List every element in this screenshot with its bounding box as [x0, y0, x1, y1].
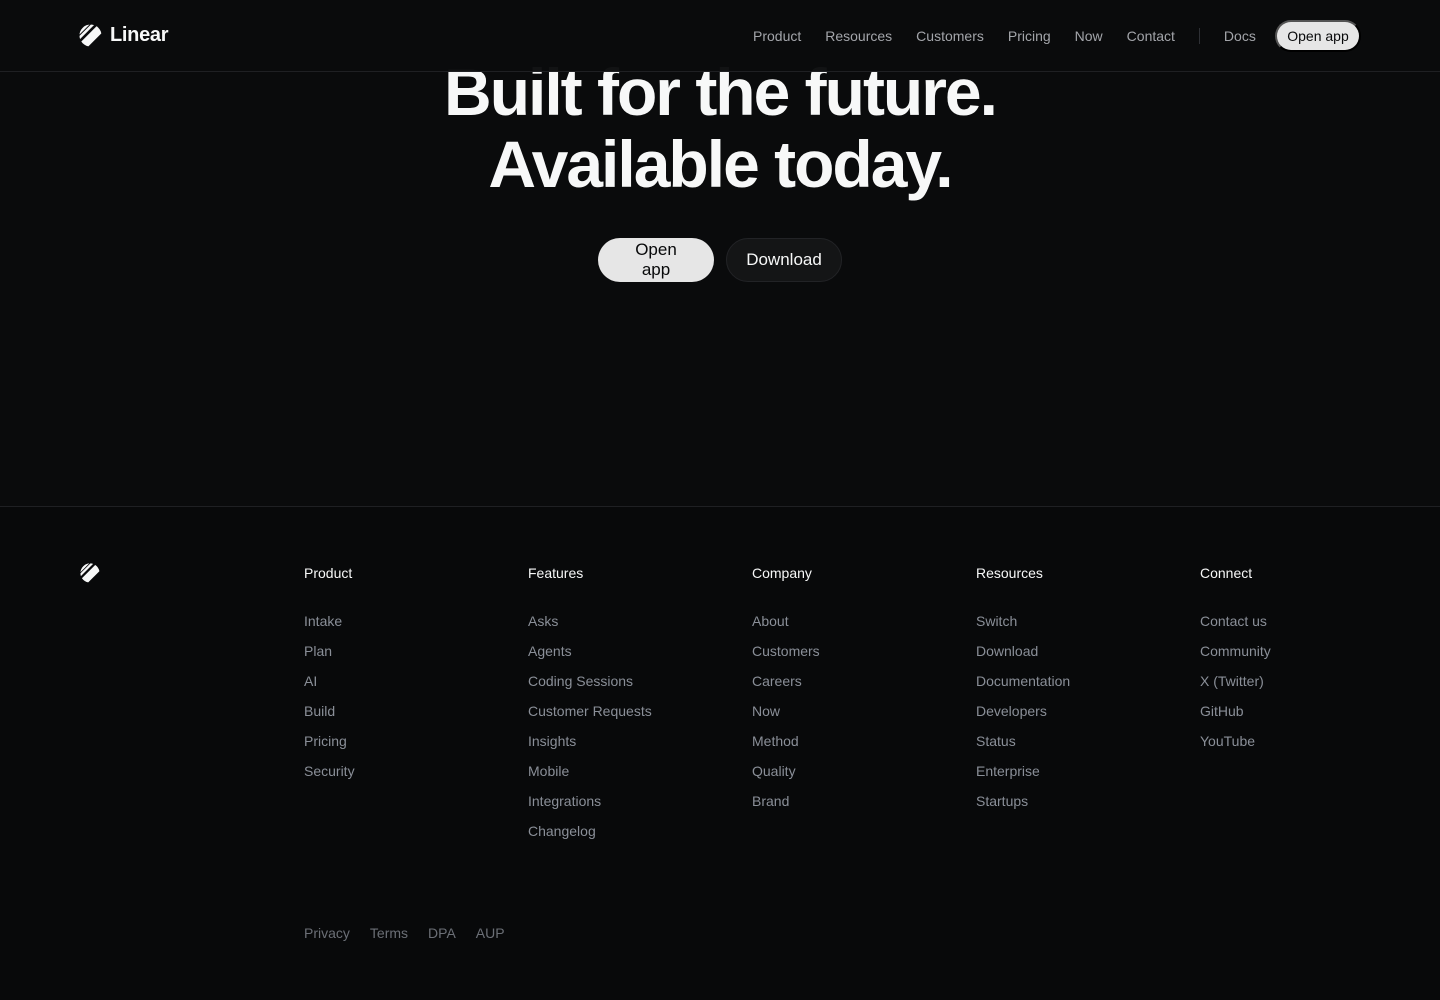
nav-link-customers[interactable]: Customers [916, 28, 984, 44]
footer-logo-link[interactable] [80, 563, 100, 588]
nav-link-contact[interactable]: Contact [1127, 28, 1175, 44]
nav-open-app-button[interactable]: Open app [1275, 20, 1361, 52]
footer-link-status[interactable]: Status [976, 732, 1176, 762]
footer-column-title: Connect [1200, 565, 1253, 581]
footer-link-enterprise[interactable]: Enterprise [976, 762, 1176, 792]
legal-link-dpa[interactable]: DPA [428, 925, 456, 941]
footer-link-asks[interactable]: Asks [528, 612, 728, 642]
footer-link-insights[interactable]: Insights [528, 732, 728, 762]
footer-link-contact-us[interactable]: Contact us [1200, 612, 1400, 642]
footer-link-plan[interactable]: Plan [304, 642, 504, 672]
linear-logo-icon [79, 24, 102, 47]
brand-logo-link[interactable]: Linear [79, 24, 169, 47]
top-navigation: Linear Product Resources Customers Prici… [0, 0, 1440, 72]
footer-column-company: Company About Customers Careers Now Meth… [752, 564, 952, 822]
footer-link-documentation[interactable]: Documentation [976, 672, 1176, 702]
footer-link-build[interactable]: Build [304, 702, 504, 732]
footer-link-download[interactable]: Download [976, 642, 1176, 672]
footer-link-intake[interactable]: Intake [304, 612, 504, 642]
footer-link-switch[interactable]: Switch [976, 612, 1176, 642]
footer-column-title: Resources [976, 565, 1043, 581]
footer-link-quality[interactable]: Quality [752, 762, 952, 792]
footer-column-title: Features [528, 565, 584, 581]
footer-link-community[interactable]: Community [1200, 642, 1400, 672]
legal-link-privacy[interactable]: Privacy [304, 925, 350, 941]
footer-link-brand[interactable]: Brand [752, 792, 952, 822]
footer: Product Intake Plan AI Build Pricing Sec… [0, 506, 1440, 1000]
brand-name: Linear [110, 24, 169, 46]
footer-link-changelog[interactable]: Changelog [528, 822, 728, 852]
footer-link-careers[interactable]: Careers [752, 672, 952, 702]
footer-link-coding-sessions[interactable]: Coding Sessions [528, 672, 728, 702]
legal-link-terms[interactable]: Terms [370, 925, 408, 941]
footer-link-github[interactable]: GitHub [1200, 702, 1400, 732]
nav-link-docs[interactable]: Docs [1224, 28, 1256, 44]
nav-link-resources[interactable]: Resources [825, 28, 892, 44]
nav-link-product[interactable]: Product [753, 28, 801, 44]
footer-link-customers[interactable]: Customers [752, 642, 952, 672]
hero-section: Built for the future. Available today. O… [0, 0, 1440, 506]
nav-link-now[interactable]: Now [1075, 28, 1103, 44]
hero-open-app-button[interactable]: Open app [598, 238, 714, 282]
footer-link-security[interactable]: Security [304, 762, 504, 792]
footer-column-title: Company [752, 565, 812, 581]
footer-link-customer-requests[interactable]: Customer Requests [528, 702, 728, 732]
footer-link-integrations[interactable]: Integrations [528, 792, 728, 822]
footer-column-resources: Resources Switch Download Documentation … [976, 564, 1176, 822]
footer-legal-links: Privacy Terms DPA AUP [304, 925, 505, 941]
nav-links: Product Resources Customers Pricing Now … [741, 0, 1268, 72]
footer-link-developers[interactable]: Developers [976, 702, 1176, 732]
nav-link-pricing[interactable]: Pricing [1008, 28, 1051, 44]
footer-link-about[interactable]: About [752, 612, 952, 642]
linear-logo-icon [80, 563, 100, 583]
hero-actions: Open app Download [0, 238, 1440, 282]
footer-link-youtube[interactable]: YouTube [1200, 732, 1400, 762]
legal-link-aup[interactable]: AUP [476, 925, 505, 941]
footer-link-pricing[interactable]: Pricing [304, 732, 504, 762]
footer-column-product: Product Intake Plan AI Build Pricing Sec… [304, 564, 504, 792]
footer-link-x-twitter[interactable]: X (Twitter) [1200, 672, 1400, 702]
footer-column-title: Product [304, 565, 353, 581]
footer-link-agents[interactable]: Agents [528, 642, 728, 672]
footer-link-now[interactable]: Now [752, 702, 952, 732]
footer-link-mobile[interactable]: Mobile [528, 762, 728, 792]
footer-link-ai[interactable]: AI [304, 672, 504, 702]
footer-link-startups[interactable]: Startups [976, 792, 1176, 822]
hero-download-button[interactable]: Download [726, 238, 842, 282]
footer-column-features: Features Asks Agents Coding Sessions Cus… [528, 564, 728, 852]
nav-divider [1198, 28, 1200, 44]
footer-column-connect: Connect Contact us Community X (Twitter)… [1200, 564, 1400, 762]
footer-link-method[interactable]: Method [752, 732, 952, 762]
hero-headline-line2: Available today. [488, 127, 953, 201]
